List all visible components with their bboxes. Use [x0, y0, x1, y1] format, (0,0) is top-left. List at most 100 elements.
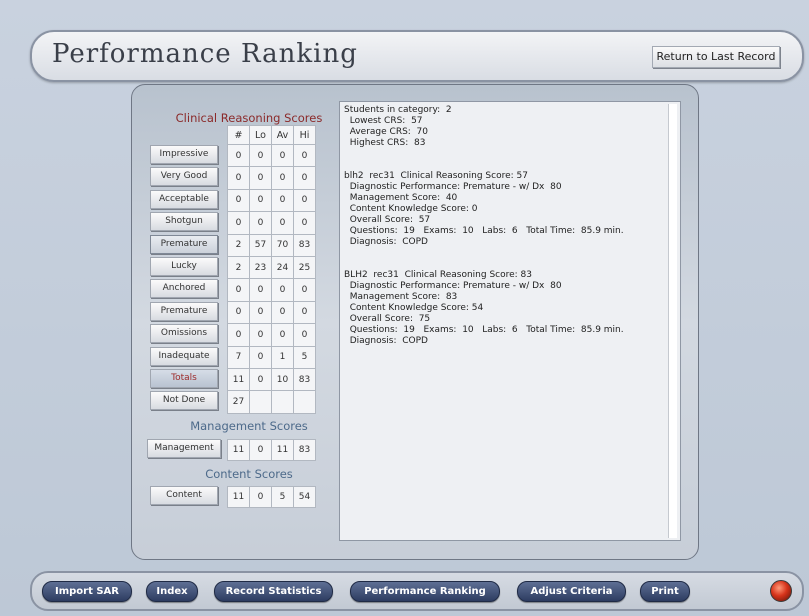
cell: 2 [227, 255, 250, 280]
title-bar: Performance Ranking Return to Last Recor… [30, 30, 804, 82]
cell: 0 [227, 166, 250, 190]
cell: 0 [249, 211, 272, 235]
col-header-lo: Lo [249, 125, 272, 145]
cell [293, 390, 316, 414]
cell: 0 [227, 278, 250, 302]
bottom-nav-bar: Import SAR Index Record Statistics Perfo… [30, 571, 804, 611]
table-row: 11 0 11 83 [227, 439, 316, 461]
cell: 0 [227, 211, 250, 235]
power-icon[interactable] [770, 580, 792, 602]
cell: 11 [227, 367, 250, 392]
cell: 11 [227, 486, 250, 508]
col-header-av: Av [271, 125, 294, 145]
category-button-omissions[interactable]: Omissions [150, 324, 218, 344]
results-scrollbar[interactable] [668, 104, 677, 538]
category-button-anchored[interactable]: Anchored [150, 279, 218, 299]
table-row: 27 [227, 390, 316, 414]
table-row: 2 57 70 83 [227, 233, 316, 257]
cell: 0 [249, 345, 272, 369]
cell [249, 390, 272, 414]
cell: 0 [227, 143, 250, 168]
adjust-criteria-button[interactable]: Adjust Criteria [517, 581, 626, 602]
cell: 2 [227, 233, 250, 257]
cell: 27 [227, 390, 250, 414]
category-button-totals[interactable]: Totals [150, 369, 218, 388]
cell: 0 [293, 188, 316, 213]
clinical-reasoning-title: Clinical Reasoning Scores [175, 111, 323, 125]
performance-ranking-button[interactable]: Performance Ranking [350, 581, 500, 602]
table-row: 0000 [227, 143, 316, 168]
table-row: 7015 [227, 345, 316, 369]
cell: 0 [293, 211, 316, 235]
cell: 0 [271, 323, 294, 347]
cell: 0 [249, 300, 272, 325]
cell: 5 [293, 345, 316, 369]
cell: 11 [227, 439, 250, 461]
cell: 54 [293, 486, 316, 508]
cell: 0 [293, 143, 316, 168]
cell: 0 [271, 143, 294, 168]
page-title: Performance Ranking [52, 39, 358, 69]
cell: 0 [249, 143, 272, 168]
cell: 0 [249, 367, 272, 392]
cell: 0 [249, 278, 272, 302]
cell: 0 [271, 300, 294, 325]
management-scores-title: Management Scores [190, 419, 308, 433]
table-row: 0000 [227, 300, 316, 325]
cell: 0 [249, 439, 272, 461]
cell: 23 [249, 255, 272, 280]
cell: 10 [271, 367, 294, 392]
import-sar-button[interactable]: Import SAR [42, 581, 132, 602]
cell: 0 [293, 278, 316, 302]
category-button-very-good[interactable]: Very Good [150, 167, 218, 187]
content-button[interactable]: Content [150, 486, 218, 505]
cell: 83 [293, 233, 316, 257]
record-statistics-button[interactable]: Record Statistics [214, 581, 333, 602]
table-row: 0000 [227, 188, 316, 213]
cell: 0 [249, 166, 272, 190]
table-row: 0000 [227, 323, 316, 347]
cell [271, 390, 294, 414]
results-text: Students in category: 2 Lowest CRS: 57 A… [344, 105, 624, 346]
category-button-not-done[interactable]: Not Done [150, 391, 218, 411]
cell: 0 [227, 188, 250, 213]
cell: 24 [271, 255, 294, 280]
category-button-acceptable[interactable]: Acceptable [150, 189, 218, 209]
content-scores-title: Content Scores [205, 467, 293, 481]
table-row: 11 0 10 83 [227, 367, 316, 392]
results-text-area[interactable]: Students in category: 2 Lowest CRS: 57 A… [339, 101, 681, 541]
cell: 0 [293, 300, 316, 325]
content-scores-table: 11 0 5 54 [227, 486, 316, 508]
category-button-inadequate[interactable]: Inadequate [150, 346, 218, 366]
management-scores-table: 11 0 11 83 [227, 439, 316, 461]
category-button-shotgun[interactable]: Shotgun [150, 212, 218, 232]
management-button[interactable]: Management [147, 439, 221, 458]
cell: 0 [249, 323, 272, 347]
table-row: 11 0 5 54 [227, 486, 316, 508]
cell: 11 [271, 439, 294, 461]
return-to-last-record-button[interactable]: Return to Last Record [652, 46, 780, 68]
table-row: 0000 [227, 278, 316, 302]
category-button-premature[interactable]: Premature [150, 301, 218, 321]
cell: 1 [271, 345, 294, 369]
print-button[interactable]: Print [640, 581, 690, 602]
table-header-row: # Lo Av Hi [227, 125, 316, 145]
cell: 5 [271, 486, 294, 508]
cell: 0 [293, 323, 316, 347]
clinical-scores-table: # Lo Av Hi 0 0 0 0 0 0 0 0 0 0 0 0 0 0 0 0 2 57 70 83 2 23 24 2… [227, 125, 316, 414]
category-button-lucky[interactable]: Lucky [150, 257, 218, 276]
cell: 0 [249, 188, 272, 213]
col-header-count: # [227, 125, 250, 145]
category-button-impressive[interactable]: Impressive [150, 145, 218, 164]
cell: 0 [271, 166, 294, 190]
cell: 0 [271, 188, 294, 213]
cell: 83 [293, 367, 316, 392]
category-button-premature[interactable]: Premature [150, 234, 218, 254]
cell: 0 [227, 323, 250, 347]
cell: 0 [271, 211, 294, 235]
cell: 0 [227, 300, 250, 325]
cell: 83 [293, 439, 316, 461]
cell: 0 [249, 486, 272, 508]
index-button[interactable]: Index [146, 581, 198, 602]
cell: 25 [293, 255, 316, 280]
